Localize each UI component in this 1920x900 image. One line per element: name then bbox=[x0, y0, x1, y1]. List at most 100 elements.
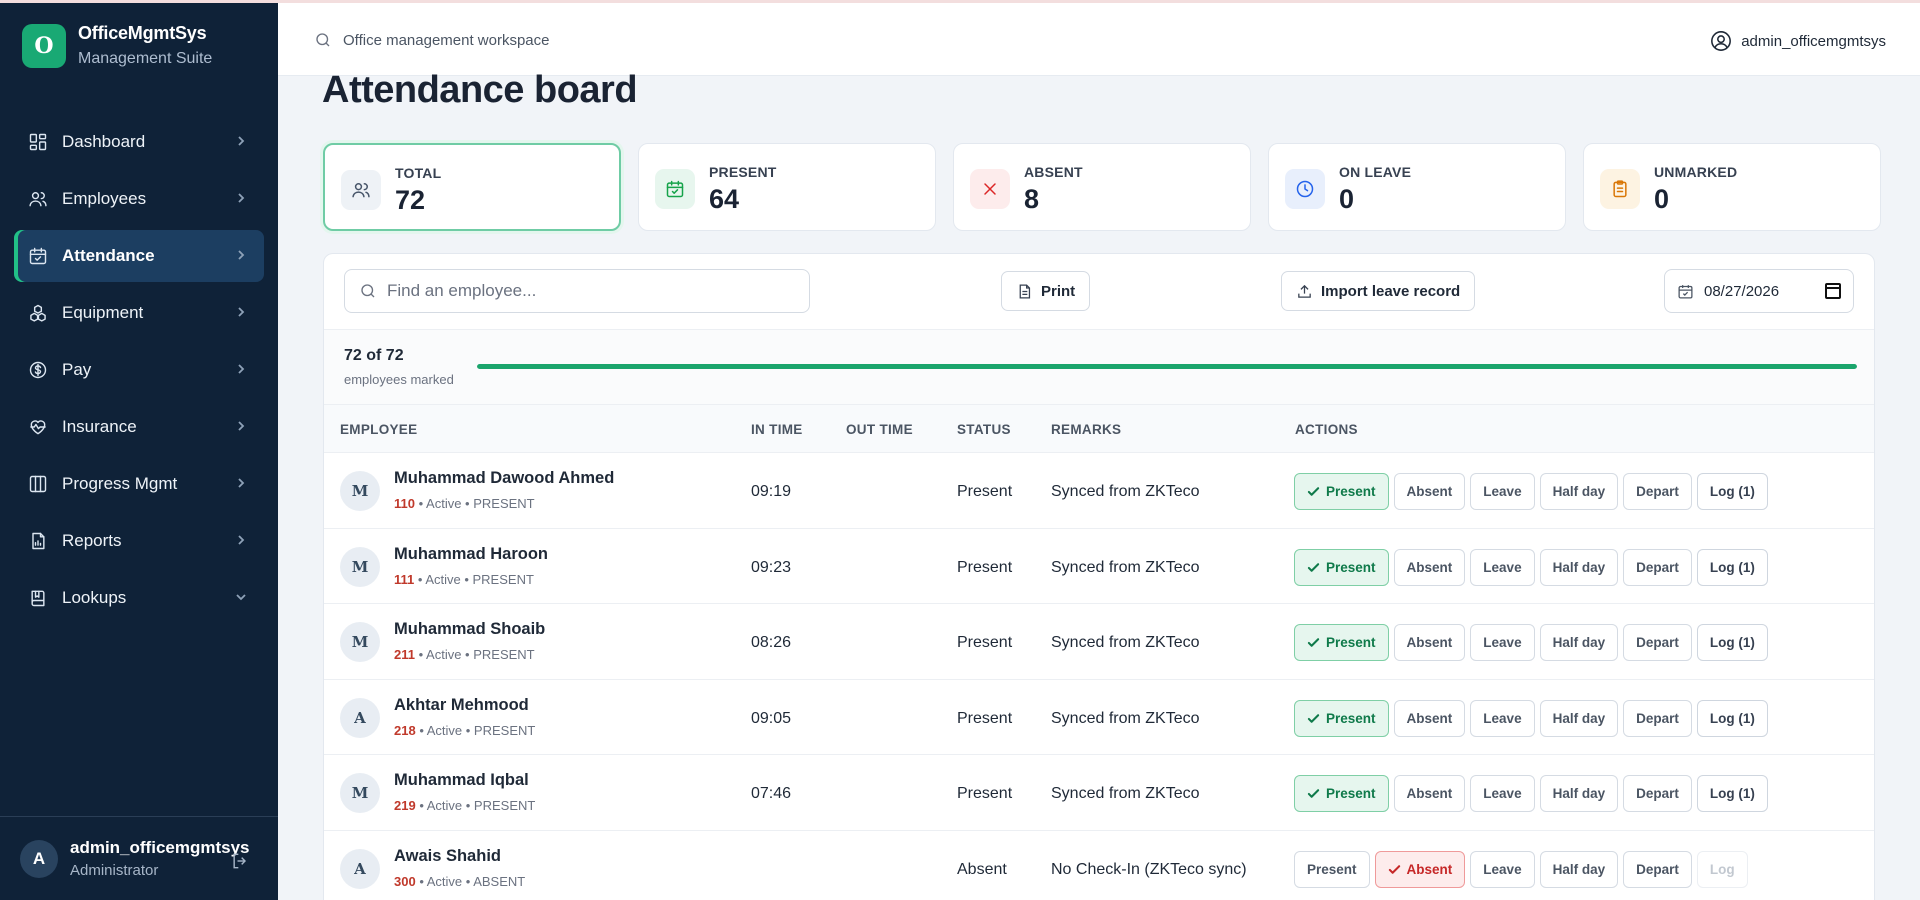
depart-button[interactable]: Depart bbox=[1623, 850, 1692, 888]
sidebar-item-reports[interactable]: Reports bbox=[14, 515, 264, 567]
sidebar-item-insurance[interactable]: Insurance bbox=[14, 401, 264, 453]
employee-name[interactable]: Muhammad Shoaib bbox=[394, 620, 545, 639]
progress-count: 72 of 72 bbox=[344, 347, 404, 364]
stat-card-present[interactable]: PRESENT 64 bbox=[638, 143, 936, 231]
employee-search-input[interactable] bbox=[387, 281, 787, 301]
present-button[interactable]: Present bbox=[1294, 473, 1389, 510]
stat-card-unmarked[interactable]: UNMARKED 0 bbox=[1583, 143, 1881, 231]
stat-card-on-leave[interactable]: ON LEAVE 0 bbox=[1268, 143, 1566, 231]
sidebar-item-equipment[interactable]: Equipment bbox=[14, 287, 264, 339]
sidebar-item-progress-mgmt[interactable]: Progress Mgmt bbox=[14, 458, 264, 510]
half-day-button[interactable]: Half day bbox=[1539, 624, 1619, 662]
boxes-icon bbox=[28, 303, 48, 323]
user-menu[interactable]: admin_officemgmtsys bbox=[1710, 30, 1886, 52]
half-day-button[interactable]: Half day bbox=[1539, 473, 1619, 510]
user-circle-icon bbox=[1711, 31, 1732, 51]
absent-button[interactable]: Absent bbox=[1374, 850, 1466, 888]
sidebar-item-label: Lookups bbox=[62, 588, 127, 607]
log-button[interactable]: Log (1) bbox=[1696, 548, 1768, 586]
cell-remarks: Synced from ZKTeco bbox=[1051, 785, 1200, 803]
present-button[interactable]: Present bbox=[1294, 624, 1389, 662]
employee-name[interactable]: Muhammad Dawood Ahmed bbox=[394, 469, 614, 488]
progress-bar bbox=[477, 364, 1857, 369]
depart-button[interactable]: Depart bbox=[1623, 699, 1692, 737]
present-button[interactable]: Present bbox=[1294, 699, 1389, 737]
calendar-check-icon bbox=[1678, 284, 1693, 299]
sidebar-item-attendance[interactable]: Attendance bbox=[14, 230, 264, 282]
absent-button[interactable]: Absent bbox=[1393, 473, 1466, 510]
employee-name[interactable]: Muhammad Iqbal bbox=[394, 771, 529, 790]
brand-subtitle: Management Suite bbox=[78, 50, 213, 67]
depart-button[interactable]: Depart bbox=[1623, 775, 1692, 813]
employee-meta: 219 • Active • PRESENT bbox=[394, 798, 536, 814]
log-button[interactable]: Log (1) bbox=[1696, 624, 1768, 662]
date-picker-icon[interactable] bbox=[1825, 283, 1841, 299]
cell-status: Absent bbox=[957, 860, 1007, 878]
present-button[interactable]: Present bbox=[1294, 775, 1389, 813]
document-icon bbox=[1019, 283, 1031, 299]
print-button[interactable]: Print bbox=[1001, 271, 1091, 311]
sidebar-item-employees[interactable]: Employees bbox=[14, 173, 264, 225]
depart-button[interactable]: Depart bbox=[1623, 624, 1692, 662]
half-day-button[interactable]: Half day bbox=[1539, 699, 1619, 737]
book-icon bbox=[28, 588, 48, 608]
sidebar-user-role: Administrator bbox=[70, 862, 159, 879]
log-button[interactable]: Log (1) bbox=[1696, 775, 1768, 813]
sidebar-item-dashboard[interactable]: Dashboard bbox=[14, 116, 264, 168]
present-button[interactable]: Present bbox=[1294, 850, 1370, 888]
leave-button[interactable]: Leave bbox=[1470, 473, 1535, 510]
employee-name[interactable]: Muhammad Haroon bbox=[394, 545, 548, 564]
half-day-button[interactable]: Half day bbox=[1539, 548, 1619, 586]
depart-button[interactable]: Depart bbox=[1623, 548, 1692, 586]
log-button[interactable]: Log bbox=[1696, 850, 1748, 888]
absent-button[interactable]: Absent bbox=[1393, 775, 1466, 813]
clock-icon bbox=[1285, 169, 1325, 209]
absent-button[interactable]: Absent bbox=[1393, 699, 1466, 737]
date-input[interactable]: 08/27/2026 bbox=[1664, 269, 1854, 313]
row-actions: Present Absent Leave Half day Depart Log (1) bbox=[1294, 775, 1773, 813]
cell-remarks: No Check-In (ZKTeco sync) bbox=[1051, 860, 1247, 878]
leave-button[interactable]: Leave bbox=[1470, 699, 1535, 737]
leave-button[interactable]: Leave bbox=[1470, 775, 1535, 813]
sidebar-item-label: Progress Mgmt bbox=[62, 474, 178, 493]
log-button[interactable]: Log (1) bbox=[1696, 699, 1768, 737]
employee-code: 111 bbox=[394, 571, 415, 587]
leave-button[interactable]: Leave bbox=[1470, 548, 1535, 586]
clipboard-icon bbox=[1600, 169, 1640, 209]
chevron-right-icon bbox=[234, 191, 248, 205]
present-button[interactable]: Present bbox=[1294, 548, 1389, 586]
absent-button[interactable]: Absent bbox=[1393, 624, 1466, 662]
check-icon bbox=[1307, 787, 1320, 800]
columns-icon bbox=[28, 474, 48, 494]
depart-button[interactable]: Depart bbox=[1623, 473, 1692, 510]
log-button[interactable]: Log (1) bbox=[1696, 473, 1768, 510]
absent-button[interactable]: Absent bbox=[1393, 548, 1466, 586]
employee-code: 219 bbox=[394, 798, 416, 814]
employee-name[interactable]: Awais Shahid bbox=[394, 847, 501, 866]
cell-remarks: Synced from ZKTeco bbox=[1051, 558, 1200, 576]
cell-in-time: 07:46 bbox=[751, 785, 792, 803]
logout-icon[interactable] bbox=[230, 851, 250, 871]
half-day-button[interactable]: Half day bbox=[1539, 775, 1619, 813]
avatar: A bbox=[340, 848, 380, 889]
employee-search[interactable] bbox=[344, 269, 810, 313]
employee-name[interactable]: Akhtar Mehmood bbox=[394, 696, 529, 715]
workspace-search[interactable]: Office management workspace bbox=[314, 31, 550, 49]
check-icon bbox=[1307, 712, 1320, 725]
topbar: Office management workspace admin_office… bbox=[278, 3, 1920, 76]
employee-code: 218 bbox=[394, 722, 416, 738]
stat-card-total[interactable]: TOTAL 72 bbox=[323, 143, 621, 231]
sidebar-item-label: Pay bbox=[62, 360, 92, 379]
progress-bar-fill bbox=[477, 364, 1857, 369]
import-leave-button[interactable]: Import leave record bbox=[1281, 271, 1476, 311]
col-employee: EMPLOYEE bbox=[340, 422, 418, 437]
brand[interactable]: O OfficeMgmtSys Management Suite bbox=[22, 23, 212, 68]
stat-value: 72 bbox=[395, 185, 426, 215]
sidebar-item-pay[interactable]: Pay bbox=[14, 344, 264, 396]
leave-button[interactable]: Leave bbox=[1470, 624, 1535, 662]
leave-button[interactable]: Leave bbox=[1470, 850, 1535, 888]
calendar-check-icon bbox=[28, 246, 48, 266]
half-day-button[interactable]: Half day bbox=[1539, 850, 1619, 888]
stat-card-absent[interactable]: ABSENT 8 bbox=[953, 143, 1251, 231]
sidebar-item-lookups[interactable]: Lookups bbox=[14, 572, 264, 624]
